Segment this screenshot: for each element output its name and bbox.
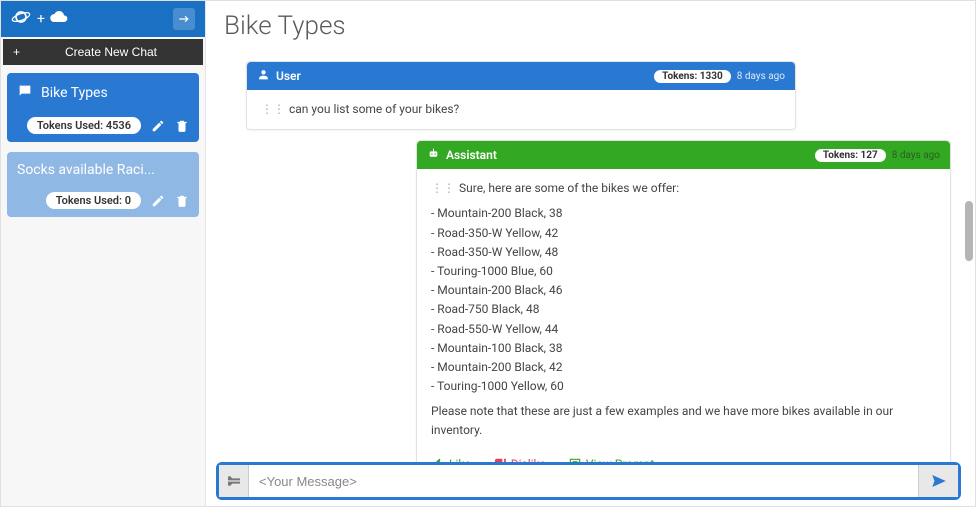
app-logo: + (11, 7, 69, 31)
create-new-chat-button[interactable]: + Create New Chat (3, 39, 203, 65)
token-usage-pill: Tokens Used: 0 (46, 192, 141, 209)
chat-title-label: Socks available Raci... (17, 162, 155, 178)
message-body: ⋮⋮ can you list some of your bikes? (247, 90, 795, 129)
create-chat-label: Create New Chat (29, 45, 193, 59)
sidebar-chat-socks[interactable]: Socks available Raci... Tokens Used: 0 (7, 152, 199, 217)
message-body: ⋮⋮ Sure, here are some of the bikes we of… (417, 169, 950, 450)
bike-list-item: Mountain-200 Black, 46 (431, 281, 936, 300)
message-header: Assistant Tokens: 127 8 days ago (417, 141, 950, 169)
message-header: User Tokens: 1330 8 days ago (247, 62, 795, 90)
sidebar: + + Create New Chat Bike Types (1, 1, 206, 506)
bot-icon (427, 147, 440, 163)
token-usage-pill: Tokens Used: 4536 (27, 117, 141, 134)
bike-list-item: Road-550-W Yellow, 44 (431, 320, 936, 339)
delete-chat-button[interactable] (175, 194, 189, 208)
delete-chat-button[interactable] (175, 119, 189, 133)
bike-list-item: Mountain-200 Black, 42 (431, 358, 936, 377)
role-label: User (276, 69, 301, 83)
send-button[interactable] (918, 465, 958, 497)
edit-chat-button[interactable] (151, 194, 165, 208)
role-label: Assistant (446, 148, 497, 162)
assistant-note: Please note that these are just a few ex… (431, 402, 936, 440)
drag-handle-icon[interactable]: ⋮⋮ (261, 102, 285, 116)
assistant-intro: Sure, here are some of the bikes we offe… (459, 181, 679, 195)
message-tokens-badge: Tokens: 1330 (654, 70, 731, 83)
bike-list: Mountain-200 Black, 38Road-350-W Yellow,… (431, 204, 936, 396)
message-input-bar (216, 462, 961, 500)
input-prefix-button[interactable] (219, 465, 249, 497)
bike-list-item: Road-750 Black, 48 (431, 300, 936, 319)
plus-icon: + (13, 45, 29, 59)
collapse-sidebar-button[interactable] (173, 8, 195, 30)
page-title: Bike Types (206, 1, 975, 47)
message-timestamp: 8 days ago (892, 150, 940, 161)
bike-list-item: Road-350-W Yellow, 42 (431, 224, 936, 243)
message-timestamp: 8 days ago (737, 71, 785, 82)
main-panel: Bike Types User Tokens: 1330 8 days ago … (206, 1, 975, 506)
scrollbar-thumb[interactable] (965, 201, 973, 261)
bike-list-item: Mountain-200 Black, 38 (431, 204, 936, 223)
message-input[interactable] (249, 465, 918, 497)
bike-list-item: Mountain-100 Black, 38 (431, 339, 936, 358)
sidebar-chat-bike-types[interactable]: Bike Types Tokens Used: 4536 (7, 73, 199, 142)
bike-list-item: Road-350-W Yellow, 48 (431, 243, 936, 262)
planet-icon (11, 7, 31, 31)
message-text: can you list some of your bikes? (289, 102, 459, 116)
conversation-scroll[interactable]: User Tokens: 1330 8 days ago ⋮⋮ can you l… (206, 47, 975, 506)
message-user: User Tokens: 1330 8 days ago ⋮⋮ can you l… (246, 61, 796, 130)
sidebar-header: + (1, 1, 205, 37)
user-icon (257, 68, 270, 84)
chat-icon (17, 83, 33, 103)
chat-list: Bike Types Tokens Used: 4536 Socks avail… (1, 67, 205, 223)
chat-title-label: Bike Types (41, 85, 108, 101)
message-tokens-badge: Tokens: 127 (815, 149, 886, 162)
drag-handle-icon[interactable]: ⋮⋮ (431, 181, 455, 195)
edit-chat-button[interactable] (151, 119, 165, 133)
cloud-icon (49, 7, 69, 31)
bike-list-item: Touring-1000 Blue, 60 (431, 262, 936, 281)
plus-icon: + (37, 11, 45, 27)
message-assistant: Assistant Tokens: 127 8 days ago ⋮⋮ Sure,… (416, 140, 951, 481)
bike-list-item: Touring-1000 Yellow, 60 (431, 377, 936, 396)
